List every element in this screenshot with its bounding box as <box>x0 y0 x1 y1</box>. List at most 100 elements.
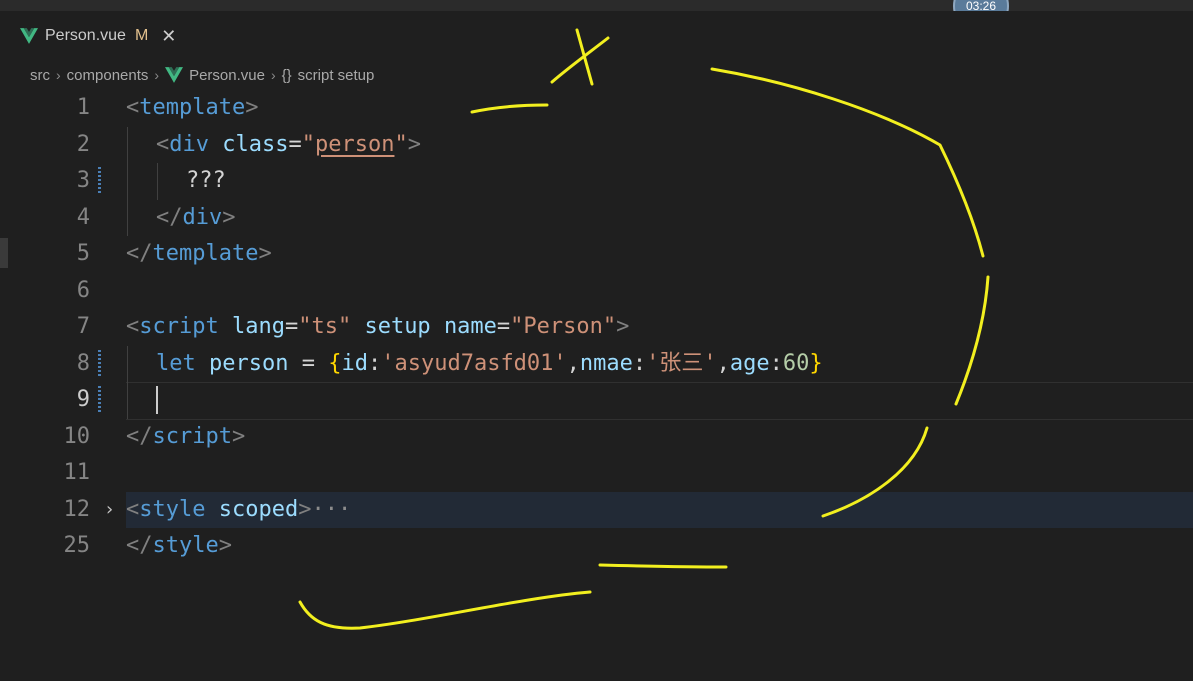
code-line[interactable]: 5 </template> <box>0 236 1193 273</box>
line-number: 9 <box>76 387 90 412</box>
code-token: } <box>809 350 823 376</box>
code-token: < <box>126 496 140 522</box>
code-token: "Person" <box>510 314 617 339</box>
tab-filename: Person.vue <box>45 27 126 44</box>
breadcrumb-item-components[interactable]: components <box>67 67 149 84</box>
code-token: = <box>288 131 302 157</box>
code-editor[interactable]: 1 <template> 2 <div class="person"> 3??? 4 </d… <box>0 90 1193 681</box>
code-token: > <box>616 314 630 339</box>
code-token: = <box>288 350 329 376</box>
code-text: <script lang="ts" setup name="Person"> <box>126 309 629 346</box>
code-token: < <box>126 95 140 120</box>
code-token: lang <box>231 314 285 339</box>
git-modified-marker <box>98 386 101 414</box>
code-token: { <box>328 350 342 376</box>
line-number: 25 <box>63 533 91 558</box>
code-token: style <box>152 533 219 558</box>
code-token: : <box>632 350 647 376</box>
code-token: ??? <box>186 168 226 193</box>
code-token: , <box>716 350 730 376</box>
line-number: 3 <box>76 168 90 193</box>
code-token: > <box>407 131 421 157</box>
code-token: : <box>367 350 382 376</box>
indent-guide <box>157 163 158 200</box>
code-line[interactable]: 7 <script lang="ts" setup name="Person"> <box>0 309 1193 346</box>
line-number: 8 <box>76 350 90 376</box>
code-token: < <box>156 131 170 157</box>
code-text: ??? <box>186 163 226 200</box>
code-token: template <box>139 95 246 120</box>
line-number: 4 <box>76 204 90 230</box>
code-token: > <box>298 496 312 522</box>
code-line[interactable]: 12 › <style scoped>··· <box>0 491 1193 529</box>
git-modified-marker <box>98 349 101 378</box>
indent-guide <box>127 345 128 419</box>
code-text: <template> <box>126 90 258 127</box>
line-number: 1 <box>76 95 90 120</box>
code-token: , <box>566 350 580 376</box>
code-token: person <box>209 350 289 376</box>
code-token: name <box>443 314 497 339</box>
chevron-right-icon: › <box>270 67 276 83</box>
window-top-strip <box>0 0 1193 11</box>
code-token: : <box>769 350 783 376</box>
code-token: 'asyud7asfd01' <box>381 350 567 376</box>
code-line[interactable]: 11 <box>0 455 1193 492</box>
code-line[interactable]: 1 <template> <box>0 90 1193 127</box>
code-line[interactable]: 25 </style> <box>0 528 1193 565</box>
code-text: </div> <box>156 200 236 237</box>
code-text: </script> <box>126 419 245 456</box>
code-token: age <box>729 350 770 376</box>
chevron-right-icon: › <box>56 67 61 83</box>
breadcrumb: src › components › Person.vue › {} scrip… <box>30 64 374 86</box>
code-line[interactable]: 2 <div class="person"> <box>0 127 1193 164</box>
tab-person-vue[interactable]: Person.vue M ✕ <box>12 19 184 53</box>
line-number: 10 <box>63 423 91 449</box>
code-token: let <box>156 350 196 376</box>
code-token: 60 <box>782 350 810 376</box>
code-token: </ <box>156 204 183 230</box>
code-token: nmae <box>579 350 633 376</box>
code-token: div <box>169 131 209 157</box>
line-number: 7 <box>76 314 90 339</box>
code-token: = <box>284 314 299 339</box>
code-token: script <box>139 314 219 339</box>
code-token: > <box>231 423 246 449</box>
code-text: <div class="person"> <box>156 127 421 164</box>
code-line[interactable]: 3??? <box>0 163 1193 200</box>
code-token: ··· <box>311 496 352 522</box>
indent-guide <box>127 126 128 236</box>
fold-chevron-icon[interactable]: › <box>104 492 115 529</box>
code-token: > <box>222 204 236 230</box>
code-token: person <box>314 131 395 157</box>
code-token: </ <box>126 423 153 449</box>
code-token: > <box>258 241 272 266</box>
vue-icon <box>165 67 184 83</box>
code-token: "ts" <box>298 314 352 339</box>
breadcrumb-item-script-setup[interactable]: script setup <box>298 67 375 84</box>
code-token: " <box>301 131 315 157</box>
tab-bar: Person.vue M ✕ <box>0 11 1193 60</box>
line-number: 5 <box>76 241 90 266</box>
vue-icon <box>20 28 38 44</box>
code-token: > <box>245 95 259 120</box>
code-token: = <box>496 314 511 339</box>
code-line[interactable]: 4 </div> <box>0 200 1193 237</box>
code-line[interactable]: 9 <box>0 382 1193 420</box>
code-token: < <box>126 314 140 339</box>
code-line[interactable]: 10 </script> <box>0 419 1193 456</box>
code-line[interactable]: 6 <box>0 273 1193 310</box>
tab-modified-indicator: M <box>134 27 149 44</box>
chevron-right-icon: › <box>154 67 160 83</box>
close-icon[interactable]: ✕ <box>161 26 176 47</box>
code-token: id <box>341 350 368 376</box>
code-line[interactable]: 8 let person = {id:'asyud7asfd01',nmae:'张… <box>0 346 1193 383</box>
current-line-highlight <box>126 382 1193 420</box>
breadcrumb-item-src[interactable]: src <box>30 67 50 84</box>
code-token: div <box>182 204 223 230</box>
breadcrumb-item-file[interactable]: Person.vue <box>189 67 265 84</box>
